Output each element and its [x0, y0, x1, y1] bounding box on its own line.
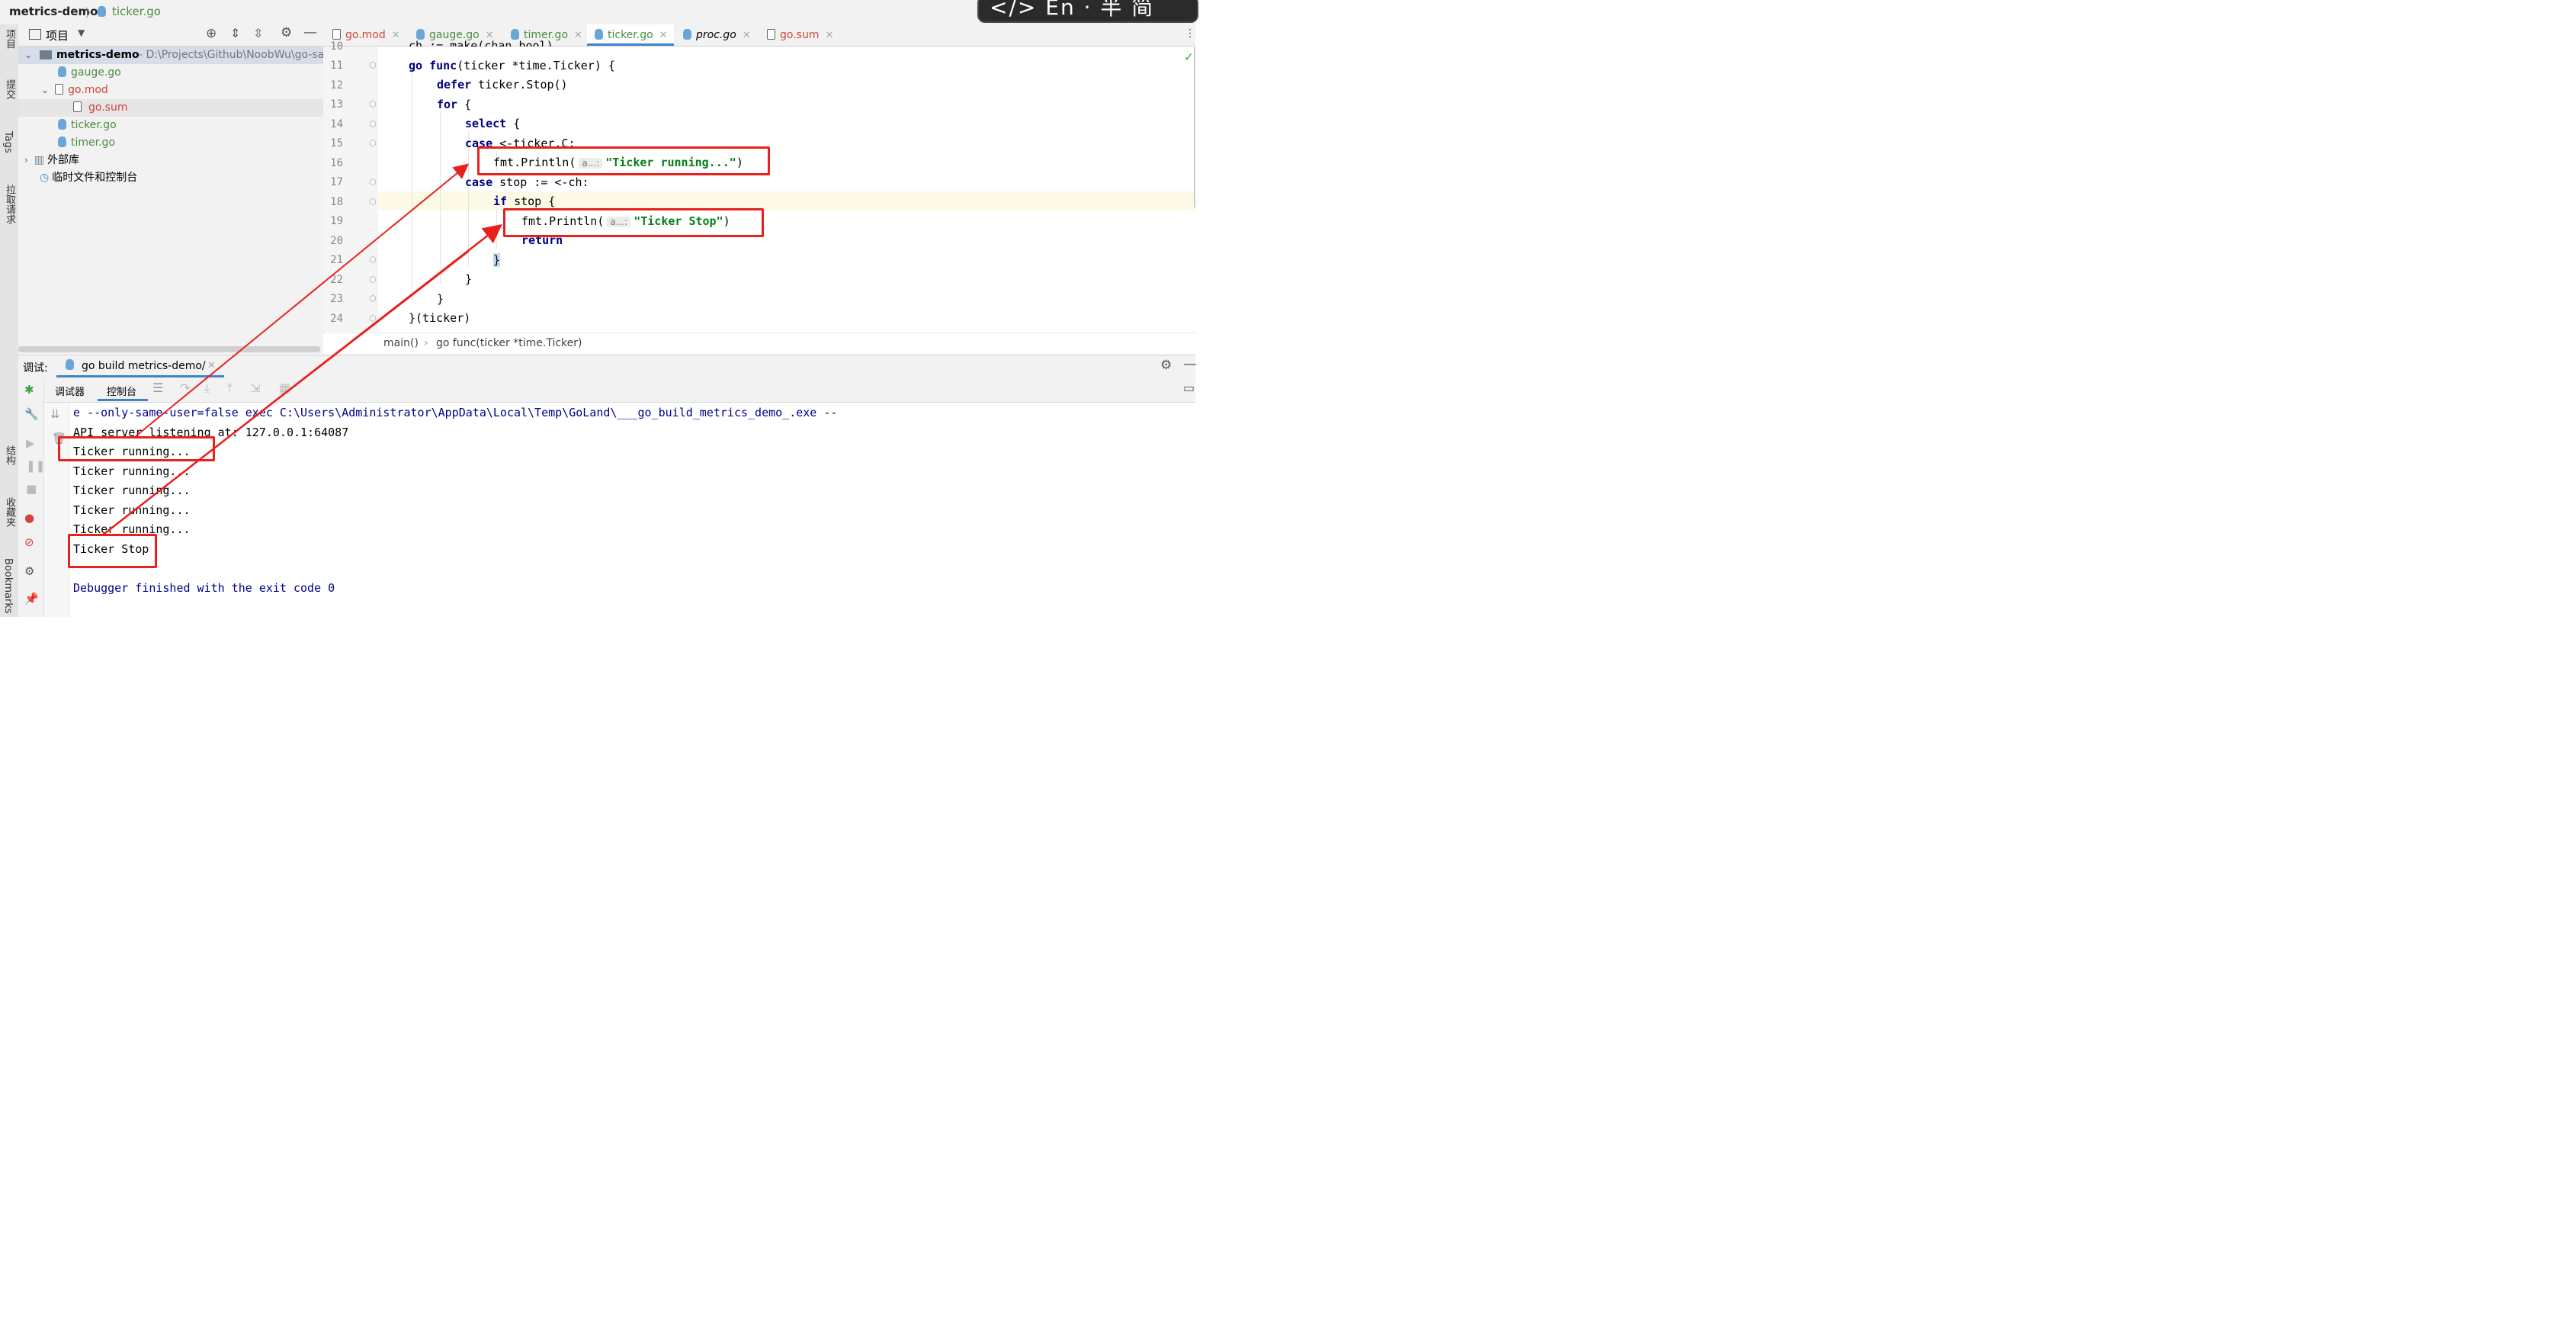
- arrow-running: [135, 163, 470, 437]
- arrow-stop-thin: [114, 251, 470, 527]
- arrow-stop: [101, 223, 502, 536]
- annotation-arrows: [101, 163, 502, 536]
